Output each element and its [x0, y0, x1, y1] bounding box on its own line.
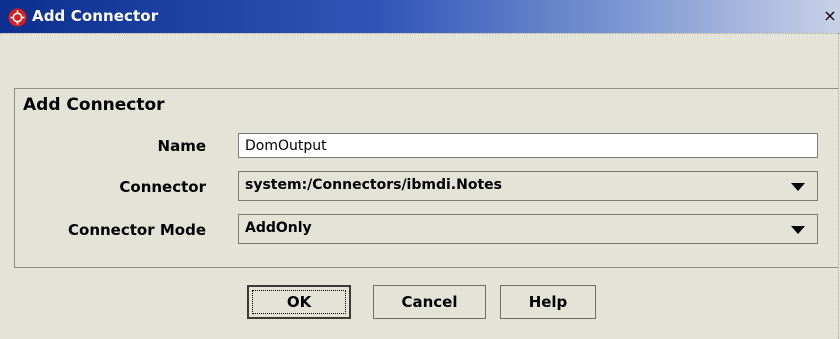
connector-selected-value: system:/Connectors/ibmdi.Notes — [245, 177, 502, 193]
connector-label: Connector — [119, 178, 206, 196]
ok-button-label: OK — [286, 293, 312, 311]
connector-mode-selected-value: AddOnly — [245, 220, 312, 236]
chevron-down-icon[interactable] — [791, 226, 805, 234]
app-logo-icon — [8, 8, 27, 27]
window-title: Add Connector — [32, 7, 159, 25]
chevron-down-icon[interactable] — [791, 183, 805, 191]
connector-mode-label: Connector Mode — [68, 221, 206, 239]
title-bar[interactable]: Add Connector — [0, 0, 840, 33]
cancel-button[interactable]: Cancel — [373, 285, 486, 319]
name-label: Name — [157, 137, 206, 155]
close-button[interactable]: × — [822, 7, 838, 25]
window-border-top — [0, 33, 840, 35]
help-button[interactable]: Help — [500, 285, 596, 319]
name-input[interactable] — [238, 133, 818, 158]
connector-mode-select[interactable]: AddOnly — [238, 214, 818, 244]
close-icon: × — [823, 6, 837, 25]
cancel-button-label: Cancel — [401, 293, 458, 311]
connector-select[interactable]: system:/Connectors/ibmdi.Notes — [238, 171, 818, 201]
panel-title: Add Connector — [23, 95, 165, 115]
ok-button[interactable]: OK — [247, 285, 351, 319]
help-button-label: Help — [528, 293, 568, 311]
